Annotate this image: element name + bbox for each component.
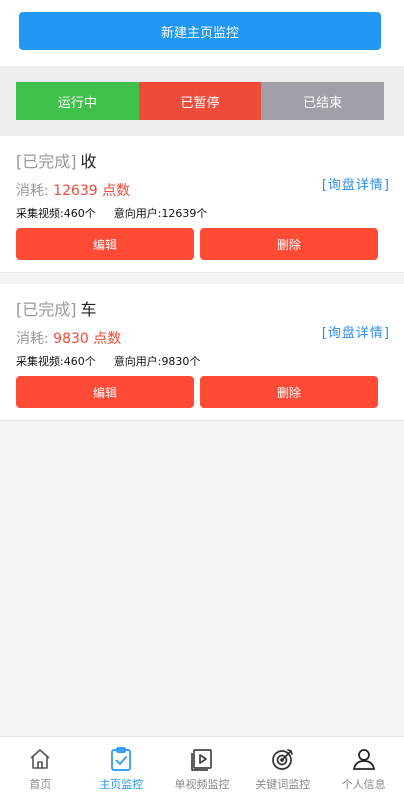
videos-label: 采集视频: (16, 207, 64, 220)
task-name: 车 (80, 300, 97, 319)
videos-value: 460个 (63, 355, 96, 368)
status-filter-bar: 运行中 已暂停 已结束 (0, 66, 404, 136)
edit-button[interactable]: 编辑 (16, 228, 194, 260)
task-status: [已完成] (16, 300, 77, 319)
users-value: 9830个 (161, 355, 201, 368)
inquiry-detail-link[interactable]: [询盘详情] (322, 174, 390, 193)
target-icon (269, 745, 297, 773)
stats-row: 采集视频:460个 意向用户:12639个 (16, 205, 207, 221)
nav-item-home[interactable]: 首页 (0, 737, 81, 796)
tab-running[interactable]: 运行中 (16, 82, 139, 120)
task-card: [已完成] 收 [询盘详情] 消耗: 12639 点数 采集视频:460个 意向用户… (0, 136, 404, 273)
users-label: 意向用户: (113, 355, 162, 368)
bottom-nav: 首页 主页监控 单视频监控 关键词监控 个人信息 (0, 736, 404, 796)
nav-item-profile[interactable]: 个人信息 (323, 737, 404, 796)
task-name: 收 (80, 152, 97, 171)
nav-label: 个人信息 (341, 778, 386, 791)
delete-button[interactable]: 删除 (200, 376, 378, 408)
videos-label: 采集视频: (16, 355, 64, 368)
task-title: [已完成] 收 (16, 148, 97, 172)
video-play-icon (188, 745, 216, 773)
stats-row: 采集视频:460个 意向用户:9830个 (16, 353, 200, 369)
tab-ended[interactable]: 已结束 (261, 82, 385, 120)
home-icon (26, 745, 54, 773)
task-card: [已完成] 车 [询盘详情] 消耗: 9830 点数 采集视频:460个 意向用户:… (0, 284, 404, 421)
nav-item-keyword-monitor[interactable]: 关键词监控 (242, 737, 323, 796)
task-status: [已完成] (16, 152, 77, 171)
nav-item-single-video-monitor[interactable]: 单视频监控 (162, 737, 243, 796)
inquiry-detail-link[interactable]: [询盘详情] (322, 322, 390, 341)
tab-paused[interactable]: 已暂停 (138, 82, 262, 120)
task-title: [已完成] 车 (16, 296, 97, 320)
users-value: 12639个 (161, 207, 208, 220)
cost-row: 消耗: 12639 点数 (16, 180, 130, 200)
clipboard-check-icon (107, 745, 135, 773)
cost-label: 消耗: (16, 331, 49, 347)
delete-button[interactable]: 删除 (200, 228, 378, 260)
cost-row: 消耗: 9830 点数 (16, 328, 121, 348)
nav-label: 关键词监控 (255, 778, 311, 791)
cost-value: 12639 点数 (53, 183, 131, 199)
users-label: 意向用户: (113, 207, 162, 220)
nav-label: 单视频监控 (174, 778, 230, 791)
top-bar: 新建主页监控 (0, 0, 404, 66)
cost-label: 消耗: (16, 183, 49, 199)
edit-button[interactable]: 编辑 (16, 376, 194, 408)
cost-value: 9830 点数 (53, 331, 122, 347)
videos-value: 460个 (63, 207, 96, 220)
nav-label: 主页监控 (99, 778, 144, 791)
new-homepage-monitor-button[interactable]: 新建主页监控 (19, 12, 381, 50)
status-filter-tabs: 运行中 已暂停 已结束 (16, 82, 385, 120)
nav-label: 首页 (29, 778, 52, 791)
nav-item-homepage-monitor[interactable]: 主页监控 (81, 737, 162, 796)
user-icon (350, 745, 378, 773)
